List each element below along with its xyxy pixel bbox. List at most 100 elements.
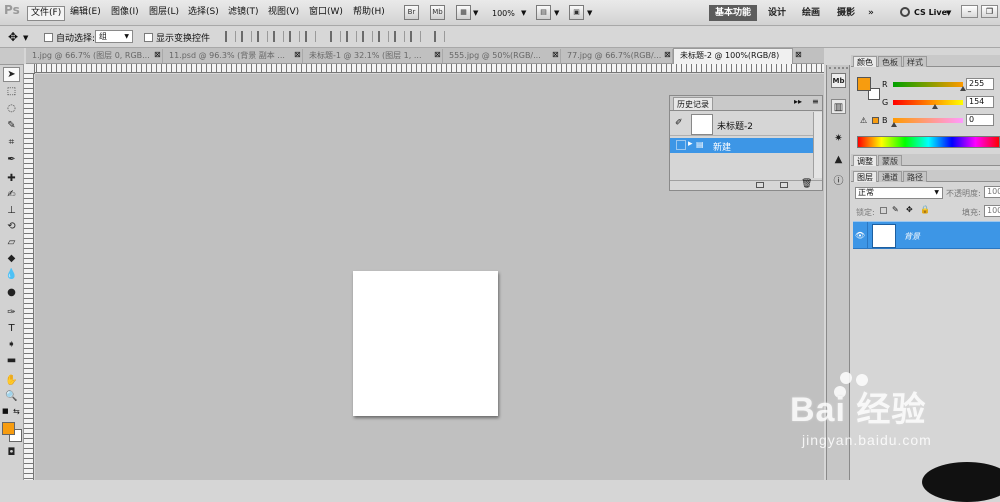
workspace-design[interactable]: 设计 (762, 5, 792, 21)
restore-button[interactable]: ❐ (981, 5, 998, 18)
menu-filter[interactable]: 滤镜(T) (225, 6, 262, 21)
align-bottom-icon[interactable] (257, 31, 268, 42)
path-select-tool-icon[interactable]: ➧ (3, 337, 20, 352)
arrange-docs-button[interactable]: ▤ (536, 5, 551, 20)
gamut-warning-icon[interactable]: ⚠ (860, 116, 867, 125)
menu-select[interactable]: 选择(S) (185, 6, 222, 21)
quick-mask-icon[interactable]: ◘ (3, 445, 20, 460)
more-workspaces-button[interactable]: » (862, 5, 880, 21)
tab-layers[interactable]: 图层 (853, 171, 877, 182)
ruler-origin[interactable] (24, 64, 35, 74)
channel-b-slider[interactable] (893, 118, 963, 123)
layer-name[interactable]: 背景 (904, 231, 920, 242)
tab-swatches[interactable]: 色板 (878, 56, 902, 67)
distribute-bottom-icon[interactable] (362, 31, 373, 42)
align-left-icon[interactable] (273, 31, 284, 42)
history-source-box[interactable] (676, 140, 686, 150)
color-spectrum-bar[interactable] (857, 136, 1000, 148)
blend-mode-dropdown[interactable]: 正常 ▼ (855, 187, 943, 199)
lasso-tool-icon[interactable]: ◌ (3, 101, 20, 116)
paint-bucket-tool-icon[interactable]: ◆ (3, 251, 20, 266)
quick-select-tool-icon[interactable]: ✎ (3, 118, 20, 133)
shape-tool-icon[interactable]: ▬ (3, 353, 20, 368)
move-tool-icon[interactable]: ✥ (8, 30, 18, 44)
close-icon[interactable]: ⊠ (795, 50, 802, 59)
close-icon[interactable]: ⊠ (552, 50, 559, 59)
trash-icon[interactable]: 🗑 (801, 179, 812, 189)
info-icon[interactable]: ⓘ (831, 174, 846, 189)
screen-mode-button[interactable]: ▣ (569, 5, 584, 20)
fill-input[interactable]: 100 (984, 205, 1000, 217)
close-icon[interactable]: ⊠ (664, 50, 671, 59)
dodge-tool-icon[interactable]: ● (3, 285, 20, 300)
auto-align-icon[interactable] (434, 31, 445, 42)
lock-image-icon[interactable]: ✎ (892, 205, 899, 214)
document-canvas[interactable] (353, 271, 498, 416)
show-transform-checkbox[interactable] (144, 33, 153, 42)
marquee-tool-icon[interactable]: ⬚ (3, 84, 20, 99)
new-snapshot-icon[interactable] (780, 182, 788, 188)
auto-select-dropdown[interactable]: 组 ▼ (95, 30, 133, 43)
channel-r-slider[interactable] (893, 82, 963, 87)
eraser-tool-icon[interactable]: ▱ (3, 235, 20, 250)
opacity-input[interactable]: 100 (984, 186, 1000, 198)
chevron-down-icon[interactable]: ▼ (554, 9, 559, 17)
tab-adjustments[interactable]: 调整 (853, 155, 877, 166)
tab-channels[interactable]: 通道 (878, 171, 902, 182)
align-right-icon[interactable] (305, 31, 316, 42)
collapse-icon[interactable]: ▸▸ (794, 97, 802, 106)
tab-paths[interactable]: 路径 (903, 171, 927, 182)
foreground-color-swatch-front[interactable] (2, 422, 15, 435)
channel-b-value[interactable]: 0 (966, 114, 994, 126)
channel-g-slider[interactable] (893, 100, 963, 105)
auto-select-checkbox[interactable] (44, 33, 53, 42)
chevron-down-icon[interactable]: ▼ (23, 34, 28, 42)
align-hcenter-icon[interactable] (289, 31, 300, 42)
menu-view[interactable]: 视图(V) (265, 6, 302, 21)
minimize-button[interactable]: – (961, 5, 978, 18)
align-vcenter-icon[interactable] (241, 31, 252, 42)
zoom-level[interactable]: 100% (492, 9, 515, 18)
blur-tool-icon[interactable]: 💧 (3, 267, 20, 282)
panel-menu-icon[interactable]: ≡ (812, 97, 819, 106)
foreground-color-swatch[interactable] (857, 77, 871, 91)
tab-document-1[interactable]: 1.jpg @ 66.7% (图层 0, RGB... (26, 49, 163, 63)
history-scrollbar[interactable] (813, 112, 822, 178)
channel-g-value[interactable]: 154 (966, 96, 994, 108)
distribute-hcenter-icon[interactable] (394, 31, 405, 42)
chevron-down-icon[interactable]: ▼ (946, 9, 951, 17)
default-colors-icon[interactable]: ■ (2, 407, 9, 415)
new-document-from-state-icon[interactable] (756, 182, 764, 188)
pen-tool-icon[interactable]: ✑ (3, 305, 20, 320)
history-state-row[interactable]: ▸ ▤ 新建 (670, 138, 813, 153)
channel-g-thumb[interactable] (932, 104, 938, 109)
type-tool-icon[interactable]: T (3, 321, 20, 336)
chevron-down-icon[interactable]: ▼ (473, 9, 478, 17)
chevron-down-icon[interactable]: ▼ (521, 9, 526, 17)
menu-image[interactable]: 图像(I) (108, 6, 142, 21)
gamut-color-chip[interactable] (872, 117, 879, 124)
histogram-icon[interactable]: ▲ (831, 152, 846, 167)
workspace-photography[interactable]: 摄影 (831, 5, 861, 21)
workspace-essentials[interactable]: 基本功能 (709, 5, 758, 21)
menu-window[interactable]: 窗口(W) (306, 6, 346, 21)
dock-grip[interactable] (829, 67, 848, 71)
clone-stamp-tool-icon[interactable]: ⊥ (3, 203, 20, 218)
history-brush-source-icon[interactable]: ✐ (675, 118, 683, 128)
menu-edit[interactable]: 编辑(E) (67, 6, 104, 21)
lock-all-icon[interactable]: 🔒 (920, 205, 930, 214)
view-extras-button[interactable]: ▦ (456, 5, 471, 20)
move-tool-icon[interactable]: ➤ (3, 67, 20, 82)
history-brush-tool-icon[interactable]: ⟲ (3, 219, 20, 234)
layer-row[interactable]: 👁 背景 (853, 221, 1000, 249)
history-snapshot[interactable]: ✐ 未标题-2 (670, 112, 813, 136)
menu-layer[interactable]: 图层(L) (146, 6, 182, 21)
tab-document-2[interactable]: 11.psd @ 96.3% (背景 副本 ... (163, 49, 303, 63)
distribute-vcenter-icon[interactable] (346, 31, 357, 42)
navigator-icon[interactable]: ✷ (831, 131, 846, 146)
bridge-button[interactable]: Br (404, 5, 419, 20)
tab-document-4[interactable]: 555.jpg @ 50%(RGB/... (443, 49, 561, 63)
tab-document-active[interactable]: 未标题-2 @ 100%(RGB/8) (673, 48, 793, 64)
distribute-left-icon[interactable] (378, 31, 389, 42)
tab-history[interactable]: 历史记录 (673, 97, 713, 110)
